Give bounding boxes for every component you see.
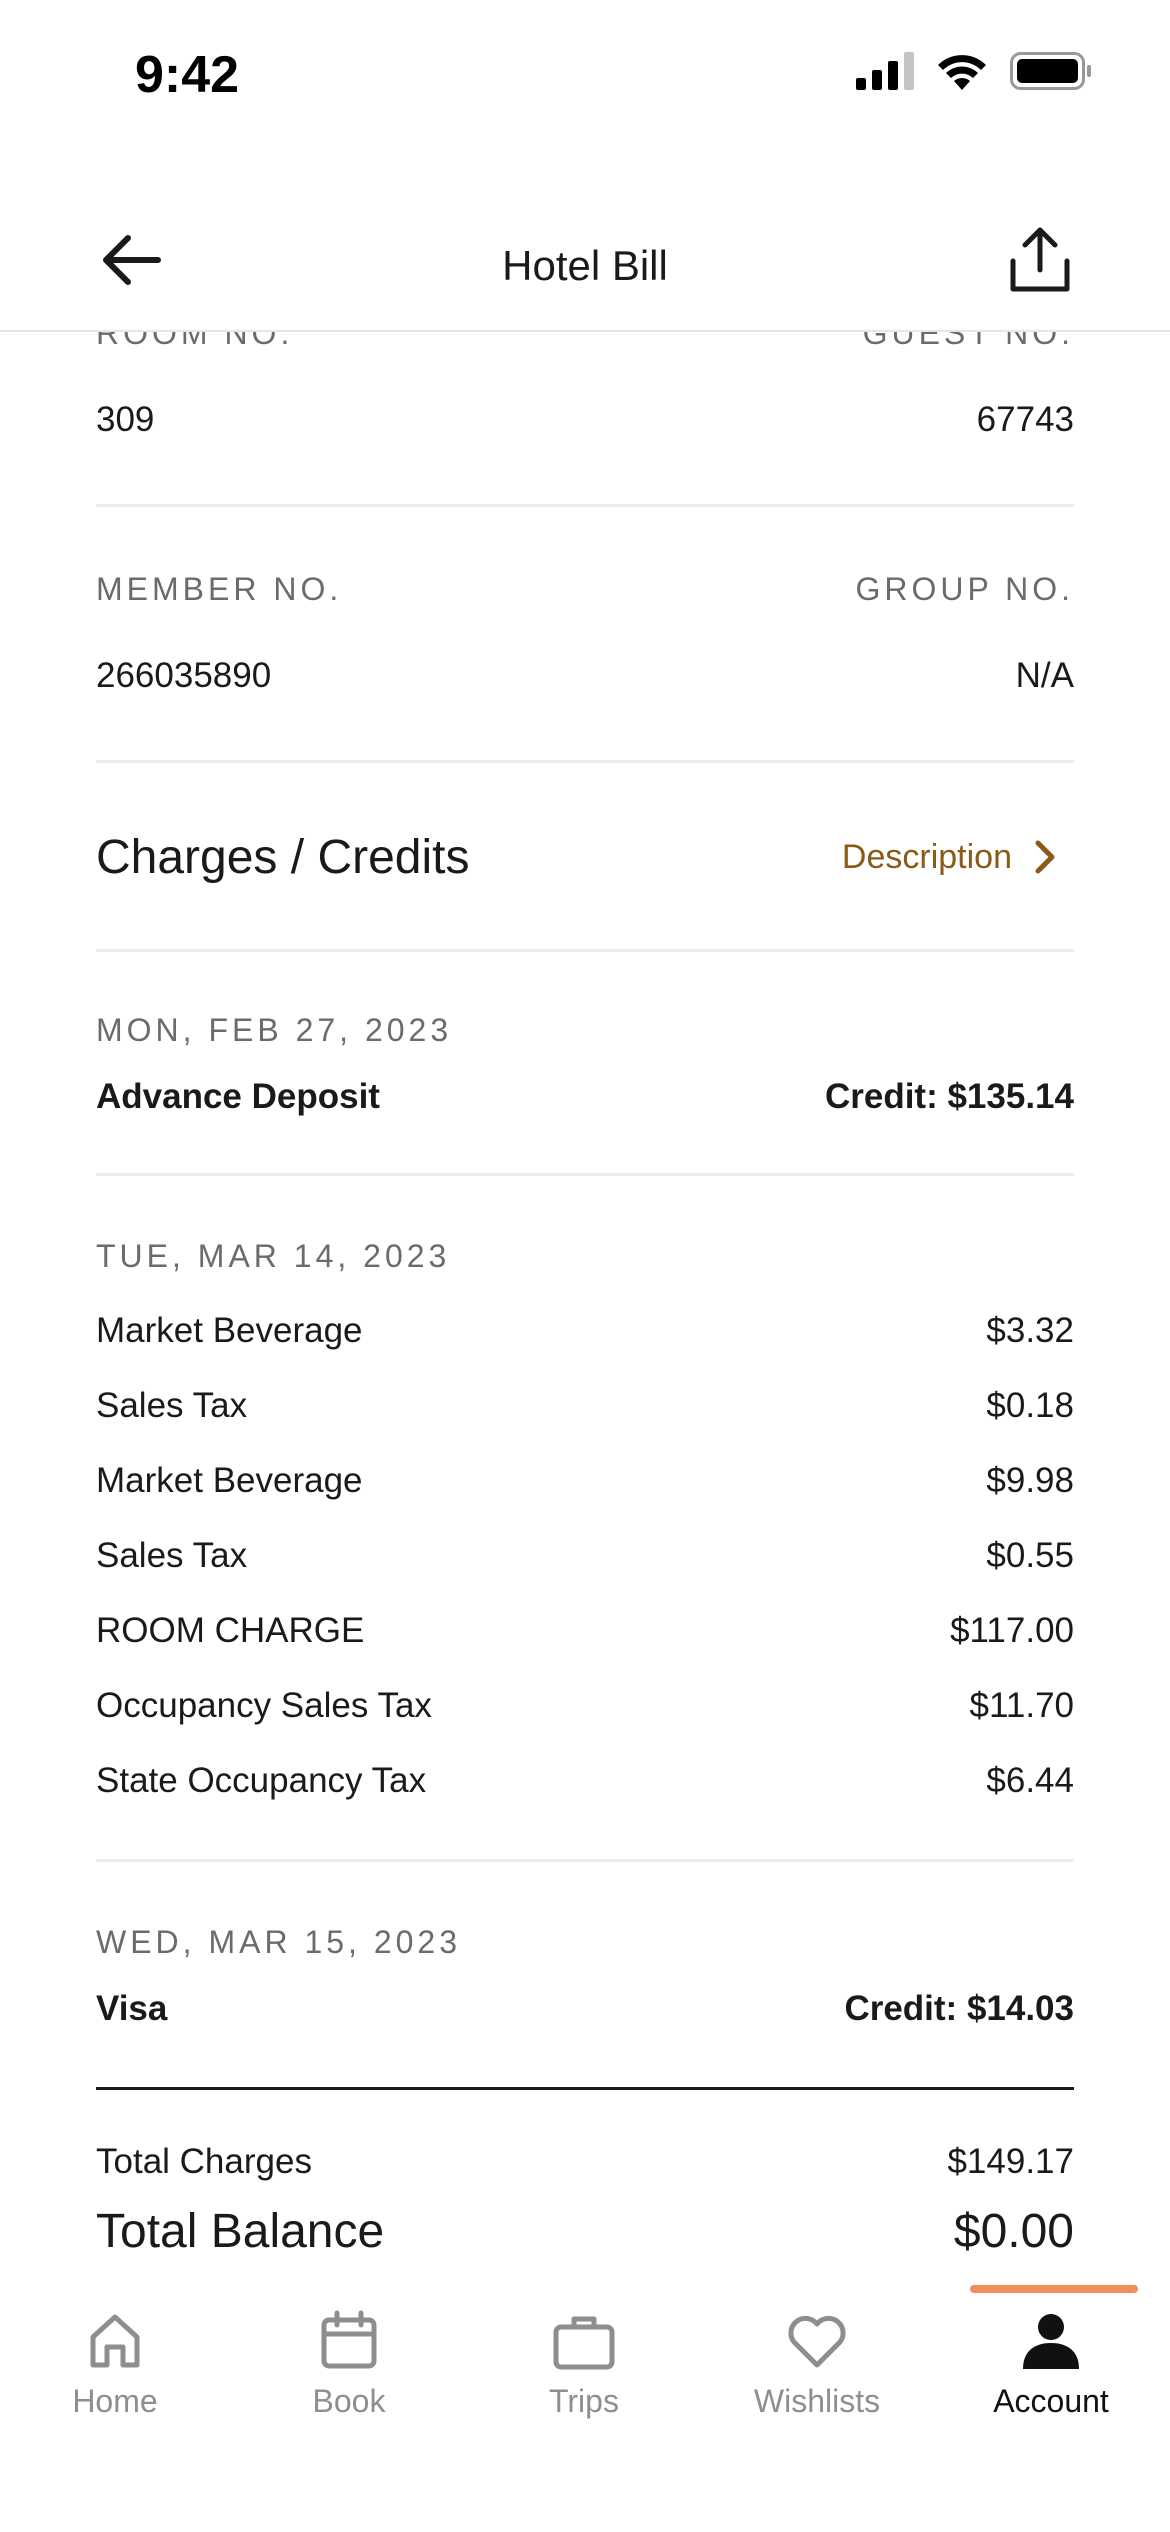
charge-row: Market Beverage $9.98 [96,1461,1074,1501]
charge-label: Sales Tax [96,1536,248,1575]
total-balance-row: Total Balance $0.00 [96,2204,1074,2259]
charge-row: Occupancy Sales Tax $11.70 [96,1686,1074,1726]
share-icon [1010,227,1070,292]
person-icon [1023,2314,1079,2369]
guest-number-value: 67743 [976,400,1074,439]
total-balance-value: $0.00 [953,2205,1074,2258]
charge-label: Market Beverage [96,1311,363,1350]
charge-amount: $3.32 [986,1311,1074,1350]
charge-label: Sales Tax [96,1386,248,1425]
charge-date-header: TUE, MAR 14, 2023 [96,1238,1074,1275]
charge-row: State Occupancy Tax $6.44 [96,1761,1074,1801]
page-title: Hotel Bill [502,242,668,289]
group-number-label: GROUP NO. [855,571,1074,607]
tab-home[interactable]: Home [25,2309,205,2420]
charge-label: Market Beverage [96,1461,363,1500]
charge-amount: $9.98 [986,1461,1074,1500]
charge-date: TUE, MAR 14, 2023 [96,1238,451,1274]
charge-row: Sales Tax $0.18 [96,1386,1074,1426]
home-icon [90,2314,140,2368]
tab-book[interactable]: Book [259,2309,439,2420]
battery-icon [1010,52,1091,90]
charge-date: MON, FEB 27, 2023 [96,1012,453,1048]
status-time: 9:42 [135,46,240,104]
heart-icon [788,2315,846,2368]
tab-home-label: Home [72,2383,158,2419]
charge-label: Advance Deposit [96,1077,380,1116]
charge-label: ROOM CHARGE [96,1611,365,1650]
total-balance-label: Total Balance [96,2205,385,2258]
tab-account[interactable]: Account [961,2309,1141,2420]
tab-book-label: Book [312,2383,386,2419]
tab-wishlists-label: Wishlists [753,2383,881,2419]
divider [96,949,1074,952]
divider [96,1859,1074,1862]
member-number-value: 266035890 [96,656,272,695]
charge-label: State Occupancy Tax [96,1761,427,1800]
tab-trips[interactable]: Trips [494,2309,674,2420]
charge-row: Market Beverage $3.32 [96,1311,1074,1351]
chevron-right-icon [1035,840,1055,874]
tab-account-label: Account [993,2383,1109,2419]
tab-trips-label: Trips [549,2383,619,2419]
charge-date-header: WED, MAR 15, 2023 [96,1924,1074,1961]
room-guest-value-row: 309 67743 [96,400,1074,440]
status-icons [856,52,1092,90]
charge-amount: Credit: $135.14 [824,1077,1074,1116]
charge-row: ROOM CHARGE $117.00 [96,1611,1074,1651]
divider [96,760,1074,763]
divider [96,1173,1074,1176]
charge-row: Visa Credit: $14.03 [96,1989,1074,2029]
charge-label: Visa [96,1989,168,2028]
active-tab-indicator [970,2285,1138,2293]
status-bar: 9:42 [0,0,1170,150]
tab-wishlists[interactable]: Wishlists [727,2309,907,2420]
charges-title: Charges / Credits [96,830,470,884]
member-number-label: MEMBER NO. [96,571,343,607]
totals-divider [96,2087,1074,2090]
charge-amount: $6.44 [986,1761,1074,1800]
room-number-value: 309 [96,400,155,439]
cellular-signal-icon [856,52,914,90]
group-number-value: N/A [1015,656,1074,695]
member-group-value-row: 266035890 N/A [96,656,1074,696]
description-link[interactable]: Description [842,838,1056,877]
charge-row: Advance Deposit Credit: $135.14 [96,1077,1074,1117]
charge-amount: $0.18 [986,1386,1074,1425]
share-button[interactable] [1005,225,1075,295]
total-charges-value: $149.17 [947,2142,1074,2181]
bill-content: ROOM NO. GUEST NO. 309 67743 MEMBER NO. … [96,300,1074,2259]
total-charges-label: Total Charges [96,2142,312,2181]
charge-date: WED, MAR 15, 2023 [96,1924,461,1960]
charges-section-header: Charges / Credits Description [96,827,1074,887]
charge-amount: $117.00 [950,1611,1074,1650]
member-group-label-row: MEMBER NO. GROUP NO. [96,571,1074,608]
wifi-icon [938,55,986,90]
briefcase-icon [553,2316,615,2370]
charge-row: Sales Tax $0.55 [96,1536,1074,1576]
calendar-icon [321,2310,377,2369]
description-link-label: Description [841,837,1012,876]
charge-amount: $0.55 [986,1536,1074,1575]
total-charges-row: Total Charges $149.17 [96,2142,1074,2182]
charge-amount: Credit: $14.03 [844,1989,1074,2028]
charge-date-header: MON, FEB 27, 2023 [96,1012,1074,1049]
header-bar: Hotel Bill [0,190,1170,332]
charge-label: Occupancy Sales Tax [96,1686,432,1725]
bottom-tab-bar: Home Book Trips Wishlists Account [0,2285,1170,2532]
charge-amount: $11.70 [969,1686,1074,1725]
divider [96,504,1074,507]
